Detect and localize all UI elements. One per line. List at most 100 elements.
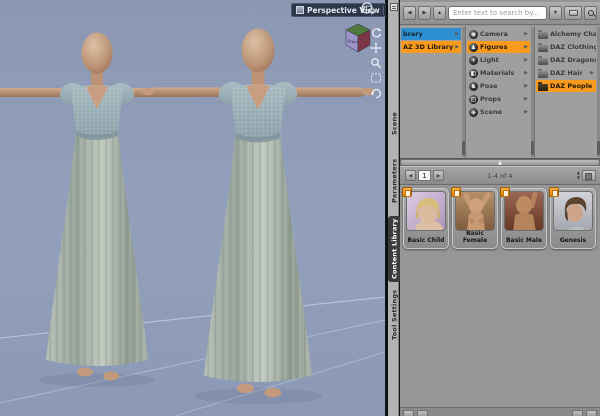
item-label: AZ 3D Library xyxy=(403,43,454,51)
list-item-props[interactable]: ◰ Props ▶ xyxy=(467,93,530,105)
view-options-button[interactable] xyxy=(564,6,582,20)
view-mode-toggle[interactable] xyxy=(582,170,596,181)
page-next-button[interactable]: ▶ xyxy=(433,170,444,181)
item-label: brary xyxy=(403,30,423,38)
reset-view-icon[interactable] xyxy=(369,86,383,99)
asset-label: Basic Female xyxy=(462,230,488,244)
divider xyxy=(382,5,384,15)
magnifier-icon xyxy=(587,10,594,16)
back-button[interactable]: ◀ xyxy=(403,6,416,20)
item-label: DAZ Hair xyxy=(550,69,583,77)
remove-content-button[interactable] xyxy=(417,410,428,416)
forward-button[interactable]: ▶ xyxy=(418,6,431,20)
up-level-button[interactable]: ▲ xyxy=(433,6,446,20)
asset-grid: Basic Child Basic Female Basic Male Gene… xyxy=(402,187,596,249)
chevron-right-icon: ▶ xyxy=(524,70,528,76)
search-input[interactable] xyxy=(448,6,547,20)
list-item-figures[interactable]: ♟ Figures ▶ xyxy=(467,41,530,53)
list-item-camera[interactable]: ◉ Camera ▶ xyxy=(467,28,530,40)
list-item-materials[interactable]: ◧ Materials ▶ xyxy=(467,67,530,79)
item-label: DAZ People xyxy=(550,82,593,90)
pane-options-icon[interactable] xyxy=(390,3,398,11)
library-toolbar: ◀ ▶ ▲ ▼ xyxy=(400,2,600,25)
item-label: Light xyxy=(480,56,499,64)
column-scrollbar[interactable] xyxy=(531,27,534,157)
scene-icon: ◈ xyxy=(469,107,478,117)
bottom-menu-button[interactable] xyxy=(586,410,597,416)
asset-basic-female[interactable]: Basic Female xyxy=(451,187,498,249)
add-content-button[interactable] xyxy=(403,410,414,416)
item-label: Figures xyxy=(480,43,508,51)
column-folders: Alchemy Chasm DAZ Clothing ▶ DAZ Dragons… xyxy=(535,26,600,158)
list-item-pose[interactable]: ♞ Pose ▶ xyxy=(467,80,530,92)
search-filter-dropdown-button[interactable]: ▼ xyxy=(549,6,562,20)
asset-basic-male[interactable]: Basic Male xyxy=(500,187,547,249)
frame-icon[interactable] xyxy=(369,71,383,84)
results-pager: ◀ 1 ▶ 1-4 of 4 ▲ ▼ xyxy=(400,166,600,185)
item-label: Alchemy Chasm xyxy=(550,30,596,38)
list-item-library[interactable]: brary ▶ xyxy=(401,28,461,40)
list-item-daz-dragons[interactable]: DAZ Dragons xyxy=(536,54,596,66)
props-icon: ◰ xyxy=(469,94,478,104)
pane-tab-strip: Scene Parameters Content Library Tool Se… xyxy=(386,0,401,416)
orbit-tool-icon[interactable] xyxy=(359,1,377,18)
chevron-right-icon: ▶ xyxy=(524,109,528,115)
item-label: Camera xyxy=(480,30,508,38)
view-selector[interactable]: Perspective View ▼ xyxy=(291,3,396,17)
column-categories: ◉ Camera ▶ ♟ Figures ▶ ☀ Light ▶ ◧ Mater… xyxy=(466,26,535,158)
daz-studio-window: Perspective View ▼ Front xyxy=(0,0,600,416)
asset-label: Genesis xyxy=(559,237,587,244)
figures-icon: ♟ xyxy=(469,42,478,52)
chevron-right-icon: ▶ xyxy=(524,31,528,37)
duf-file-badge-icon xyxy=(549,187,559,197)
3d-viewport[interactable]: Perspective View ▼ Front xyxy=(0,0,396,416)
column-scrollbar[interactable] xyxy=(462,27,465,157)
back-arrow-icon: ◀ xyxy=(407,10,412,16)
asset-basic-child[interactable]: Basic Child xyxy=(402,187,449,249)
up-arrow-icon: ▲ xyxy=(436,10,443,16)
item-label: DAZ Clothing xyxy=(550,43,596,51)
item-label: Pose xyxy=(480,82,498,90)
content-library-pane: ◀ ▶ ▲ ▼ brary ▶ AZ 3D Library ▶ xyxy=(400,0,600,416)
asset-label: Basic Child xyxy=(407,237,445,244)
viewport-camera-icon xyxy=(296,6,304,14)
folder-icon xyxy=(568,10,578,16)
list-item-scene[interactable]: ◈ Scene ▶ xyxy=(467,106,530,118)
duf-file-badge-icon xyxy=(402,187,412,197)
zoom-icon[interactable] xyxy=(369,56,383,69)
list-item-daz-3d-library[interactable]: AZ 3D Library ▶ xyxy=(401,41,461,53)
asset-genesis[interactable]: Genesis xyxy=(549,187,596,249)
library-columns: brary ▶ AZ 3D Library ▶ ◉ Camera ▶ ♟ Fig… xyxy=(400,26,600,158)
asset-thumbnail xyxy=(553,191,593,231)
forward-arrow-icon: ▶ xyxy=(422,10,427,16)
viewport-nav-tools xyxy=(369,26,383,99)
asset-label: Basic Male xyxy=(505,237,543,244)
chevron-right-icon: ▶ xyxy=(455,31,459,37)
prev-arrow-icon: ◀ xyxy=(408,172,413,178)
camera-icon: ◉ xyxy=(469,29,478,39)
pose-icon: ♞ xyxy=(469,81,478,91)
list-item-alchemy-chasm[interactable]: Alchemy Chasm xyxy=(536,28,596,40)
pan-icon[interactable] xyxy=(369,41,383,54)
chevron-right-icon: ▶ xyxy=(524,83,528,89)
list-item-daz-clothing[interactable]: DAZ Clothing ▶ xyxy=(536,41,596,53)
folder-icon xyxy=(538,29,548,39)
asset-thumbnail xyxy=(504,191,544,231)
page-prev-button[interactable]: ◀ xyxy=(405,170,416,181)
page-number-field[interactable]: 1 xyxy=(418,170,431,181)
list-item-light[interactable]: ☀ Light ▶ xyxy=(467,54,530,66)
size-spinner[interactable]: ▲ ▼ xyxy=(577,170,580,181)
list-item-daz-people[interactable]: DAZ People xyxy=(536,80,596,92)
spinner-down-icon[interactable]: ▼ xyxy=(577,175,580,181)
columns-horizontal-scrollbar[interactable]: ▲ xyxy=(400,158,600,166)
folder-icon xyxy=(538,81,548,91)
find-button[interactable] xyxy=(584,6,597,20)
chevron-down-icon: ▼ xyxy=(552,10,559,16)
next-arrow-icon: ▶ xyxy=(436,172,441,178)
splitter-marker-icon[interactable]: ▲ xyxy=(498,159,502,167)
chevron-right-icon: ▶ xyxy=(524,57,528,63)
rotate-icon[interactable] xyxy=(369,26,383,39)
pane-bottom-bar xyxy=(400,407,600,416)
bottom-option-button[interactable] xyxy=(572,410,583,416)
list-item-daz-hair[interactable]: DAZ Hair ▶ xyxy=(536,67,596,79)
